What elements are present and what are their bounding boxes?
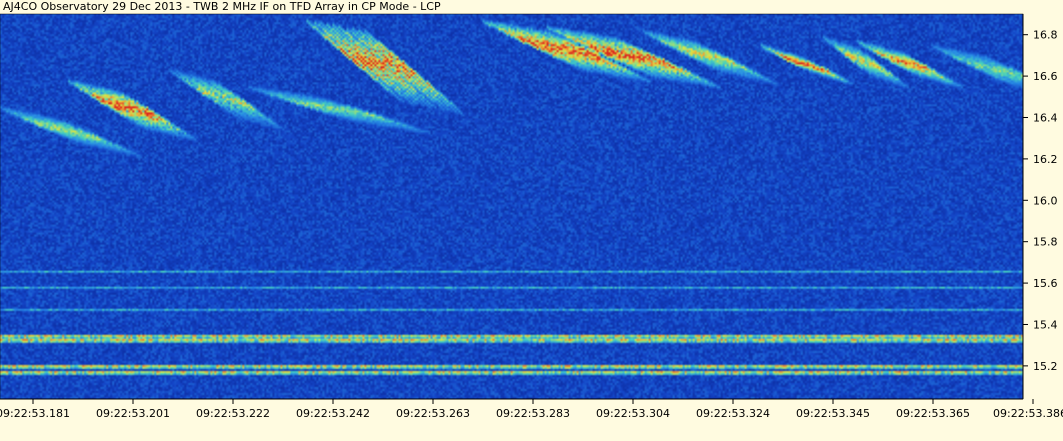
chart-title: AJ4CO Observatory 29 Dec 2013 - TWB 2 MH… <box>3 0 441 13</box>
y-tick-label: 15.4 <box>1033 318 1058 331</box>
y-tick-label: 15.2 <box>1033 360 1058 373</box>
x-tick-label: 09:22:53.181 <box>0 407 70 420</box>
x-tick-label: 09:22:53.222 <box>196 407 270 420</box>
spectrogram-heatmap <box>0 14 1023 399</box>
y-tick-label: 15.8 <box>1033 236 1058 249</box>
x-tick-label: 09:22:53.365 <box>896 407 970 420</box>
y-tick-label: 16.0 <box>1033 194 1058 207</box>
y-tick-label: 15.6 <box>1033 277 1058 290</box>
x-tick-label: 09:22:53.283 <box>496 407 570 420</box>
x-tick-label: 09:22:53.386 <box>993 407 1063 420</box>
x-tick-label: 09:22:53.263 <box>396 407 470 420</box>
x-tick-label: 09:22:53.304 <box>596 407 670 420</box>
y-tick-label: 16.2 <box>1033 153 1058 166</box>
y-tick-label: 16.8 <box>1033 29 1058 42</box>
y-tick-label: 16.4 <box>1033 111 1058 124</box>
x-tick-label: 09:22:53.242 <box>296 407 370 420</box>
x-tick-label: 09:22:53.345 <box>796 407 870 420</box>
y-tick-label: 16.6 <box>1033 70 1058 83</box>
x-tick-label: 09:22:53.201 <box>96 407 170 420</box>
x-tick-label: 09:22:53.324 <box>696 407 770 420</box>
chart-frame: 16.8 16.6 16.4 16.2 16.0 15.8 15.6 15.4 15.2 09:… <box>0 0 1063 441</box>
spectrogram-chart: 16.8 16.6 16.4 16.2 16.0 15.8 15.6 15.4 15.2 09:… <box>0 0 1063 441</box>
